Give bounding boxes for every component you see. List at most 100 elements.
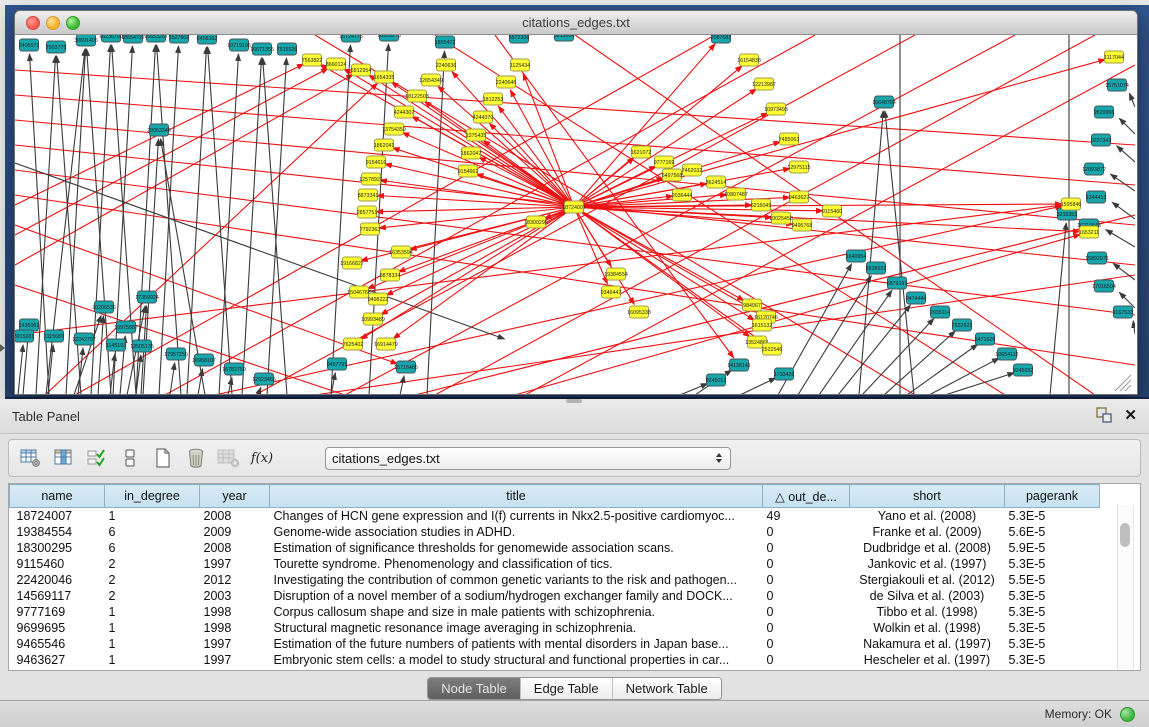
cell[interactable]: 5.3E-5 xyxy=(1005,556,1100,572)
cell[interactable]: Wolkin et al. (1998) xyxy=(850,620,1005,636)
cell[interactable]: Structural magnetic resonance image aver… xyxy=(270,620,763,636)
table-row[interactable]: 911546021997Tourette syndrome. Phenomeno… xyxy=(10,556,1100,572)
cell[interactable]: 9463627 xyxy=(10,652,105,668)
cell[interactable]: 2008 xyxy=(200,540,270,556)
tab-edge-table[interactable]: Edge Table xyxy=(520,678,612,699)
cell[interactable]: 1997 xyxy=(200,556,270,572)
cell[interactable]: 5.3E-5 xyxy=(1005,508,1100,525)
cell[interactable]: 1 xyxy=(105,636,200,652)
panel-resize-grabber[interactable] xyxy=(566,399,582,403)
cell[interactable]: 0 xyxy=(763,540,850,556)
cell[interactable]: 1998 xyxy=(200,604,270,620)
cell[interactable]: de Silva et al. (2003) xyxy=(850,588,1005,604)
canvas-resize-grip[interactable] xyxy=(1125,385,1131,391)
cell[interactable]: 9465546 xyxy=(10,636,105,652)
cell[interactable]: Corpus callosum shape and size in male p… xyxy=(270,604,763,620)
function-builder-icon[interactable]: f(x) xyxy=(250,447,274,469)
cell[interactable]: 5.9E-5 xyxy=(1005,540,1100,556)
table-row[interactable]: 969969511998Structural magnetic resonanc… xyxy=(10,620,1100,636)
column-header-year[interactable]: year xyxy=(200,485,270,508)
cell[interactable]: Yano et al. (2008) xyxy=(850,508,1005,525)
cell[interactable]: 1 xyxy=(105,604,200,620)
table-row[interactable]: 1456911722003Disruption of a novel membe… xyxy=(10,588,1100,604)
column-header-pagerank[interactable]: pagerank xyxy=(1005,485,1100,508)
cell[interactable]: 0 xyxy=(763,620,850,636)
tab-node-table[interactable]: Node Table xyxy=(428,678,520,699)
cell[interactable]: Estimation of significance thresholds fo… xyxy=(270,540,763,556)
cell[interactable]: Investigating the contribution of common… xyxy=(270,572,763,588)
cell[interactable]: 2 xyxy=(105,556,200,572)
cell[interactable]: 0 xyxy=(763,636,850,652)
cell[interactable]: 2003 xyxy=(200,588,270,604)
cell[interactable]: 5.3E-5 xyxy=(1005,652,1100,668)
column-header-short[interactable]: short xyxy=(850,485,1005,508)
cell[interactable]: 2 xyxy=(105,572,200,588)
cell[interactable]: 2012 xyxy=(200,572,270,588)
cell[interactable]: 5.3E-5 xyxy=(1005,636,1100,652)
cell[interactable]: 0 xyxy=(763,604,850,620)
cell[interactable]: Embryonic stem cells: a model to study s… xyxy=(270,652,763,668)
column-header-out_de[interactable]: △ out_de... xyxy=(763,485,850,508)
cell[interactable]: 0 xyxy=(763,556,850,572)
table-selector-dropdown[interactable]: citations_edges.txt xyxy=(325,447,731,470)
cell[interactable]: Tibbo et al. (1998) xyxy=(850,604,1005,620)
cell[interactable]: Changes of HCN gene expression and I(f) … xyxy=(270,508,763,525)
cell[interactable]: 5.3E-5 xyxy=(1005,620,1100,636)
scrollbar-thumb[interactable] xyxy=(1120,523,1130,547)
cell[interactable]: 6 xyxy=(105,540,200,556)
cell[interactable]: 49 xyxy=(763,508,850,525)
table-row[interactable]: 1872400712008Changes of HCN gene express… xyxy=(10,508,1100,525)
table-row[interactable]: 1938455462009Genome-wide association stu… xyxy=(10,524,1100,540)
column-header-in_degree[interactable]: in_degree xyxy=(105,485,200,508)
cell[interactable]: Tourette syndrome. Phenomenology and cla… xyxy=(270,556,763,572)
cell[interactable]: 2 xyxy=(105,588,200,604)
cell[interactable]: Dudbridge et al. (2008) xyxy=(850,540,1005,556)
cell[interactable]: 9115460 xyxy=(10,556,105,572)
cell[interactable]: Jankovic et al. (1997) xyxy=(850,556,1005,572)
window-titlebar[interactable]: citations_edges.txt xyxy=(15,11,1137,35)
cell[interactable]: 18300295 xyxy=(10,540,105,556)
split-view-icon[interactable] xyxy=(118,447,142,469)
close-panel-icon[interactable]: ✕ xyxy=(1124,407,1137,425)
table-row[interactable]: 1830029562008Estimation of significance … xyxy=(10,540,1100,556)
row-selection-icon[interactable] xyxy=(85,447,109,469)
canvas-resize-grip[interactable] xyxy=(1120,380,1131,391)
cell[interactable]: 5.5E-5 xyxy=(1005,572,1100,588)
create-column-icon[interactable] xyxy=(151,447,175,469)
cell[interactable]: Nakamura et al. (1997) xyxy=(850,636,1005,652)
cell[interactable]: 6 xyxy=(105,524,200,540)
panel-collapse-arrow[interactable] xyxy=(0,344,5,352)
delete-table-icon[interactable] xyxy=(217,447,241,469)
cell[interactable]: Franke et al. (2009) xyxy=(850,524,1005,540)
table-row[interactable]: 977716911998Corpus callosum shape and si… xyxy=(10,604,1100,620)
cell[interactable]: 19384554 xyxy=(10,524,105,540)
cell[interactable]: 9777169 xyxy=(10,604,105,620)
table-row[interactable]: 946554611997Estimation of the future num… xyxy=(10,636,1100,652)
column-header-title[interactable]: title xyxy=(270,485,763,508)
cell[interactable]: 14569117 xyxy=(10,588,105,604)
cell[interactable]: 1998 xyxy=(200,620,270,636)
cell[interactable]: Disruption of a novel member of a sodium… xyxy=(270,588,763,604)
cell[interactable]: 22420046 xyxy=(10,572,105,588)
tab-network-table[interactable]: Network Table xyxy=(612,678,721,699)
cell[interactable]: 5.3E-5 xyxy=(1005,588,1100,604)
network-canvas[interactable]: 2405572790377930691406162367901855472716… xyxy=(15,35,1135,394)
cell[interactable]: Estimation of the future numbers of pati… xyxy=(270,636,763,652)
table-mode-icon[interactable] xyxy=(19,447,43,469)
cell[interactable]: 1997 xyxy=(200,636,270,652)
cell[interactable]: 1 xyxy=(105,620,200,636)
cell[interactable]: Stergiakouli et al. (2012) xyxy=(850,572,1005,588)
table-row[interactable]: 946362711997Embryonic stem cells: a mode… xyxy=(10,652,1100,668)
cell[interactable]: 1 xyxy=(105,652,200,668)
cell[interactable]: 0 xyxy=(763,588,850,604)
cell[interactable]: 9699695 xyxy=(10,620,105,636)
network-graph[interactable]: 2405572790377930691406162367901855472716… xyxy=(15,35,1135,394)
column-header-name[interactable]: name xyxy=(10,485,105,508)
cell[interactable]: 0 xyxy=(763,652,850,668)
cell[interactable]: Hescheler et al. (1997) xyxy=(850,652,1005,668)
cell[interactable]: 1 xyxy=(105,508,200,525)
cell[interactable]: 1997 xyxy=(200,652,270,668)
delete-column-icon[interactable] xyxy=(184,447,208,469)
cell[interactable]: Genome-wide association studies in ADHD. xyxy=(270,524,763,540)
cell[interactable]: 5.3E-5 xyxy=(1005,604,1100,620)
